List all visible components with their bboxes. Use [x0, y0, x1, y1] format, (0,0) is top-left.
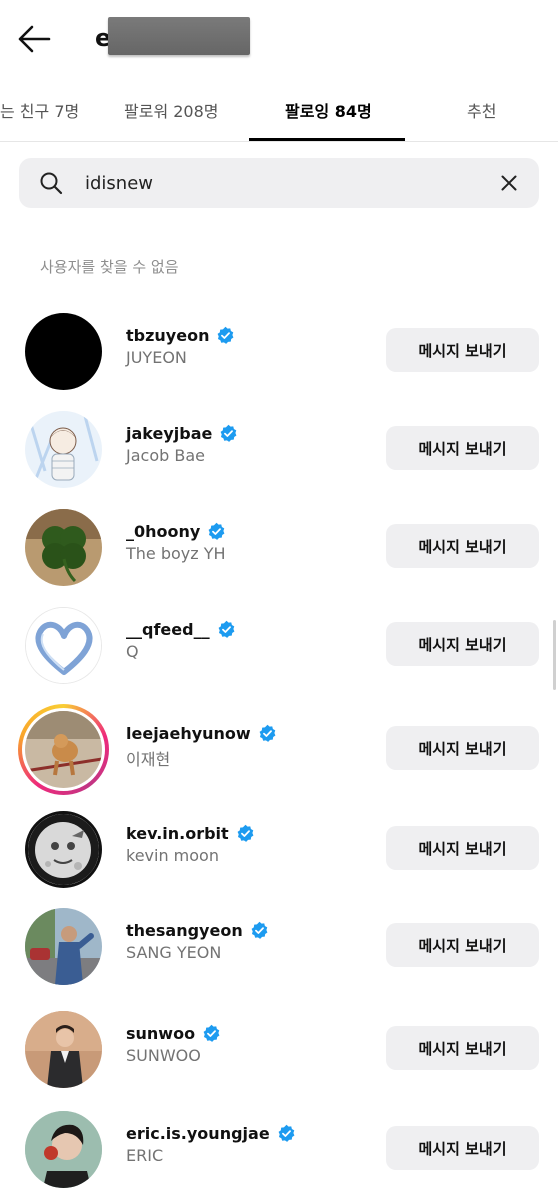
- username[interactable]: leejaehyunow: [126, 724, 251, 743]
- avatar[interactable]: [25, 1111, 102, 1188]
- tab-followers[interactable]: 팔로워 208명: [124, 98, 219, 122]
- display-name: kevin moon: [126, 846, 219, 865]
- list-item[interactable]: kev.in.orbit kevin moon 메시지 보내기: [0, 804, 558, 894]
- display-name: Q: [126, 642, 139, 661]
- redacted-username-block: [108, 17, 250, 55]
- message-button[interactable]: 메시지 보내기: [386, 1126, 539, 1170]
- list-item[interactable]: thesangyeon SANG YEON 메시지 보내기: [0, 901, 558, 991]
- list-item[interactable]: leejaehyunow 이재현 메시지 보내기: [0, 704, 558, 795]
- no-results-message: 사용자를 찾을 수 없음: [40, 258, 179, 276]
- verified-badge-icon: [208, 522, 225, 540]
- tab-suggested[interactable]: 추천: [467, 98, 496, 122]
- display-name: 이재현: [126, 750, 171, 769]
- verified-badge-icon: [218, 326, 234, 344]
- active-tab-indicator: [249, 138, 405, 141]
- tab-following[interactable]: 팔로잉 84명: [285, 98, 372, 122]
- display-name: The boyz YH: [126, 544, 226, 563]
- list-item[interactable]: sunwoo SUNWOO 메시지 보내기: [0, 1004, 558, 1094]
- verified-badge-icon: [251, 921, 268, 939]
- message-button[interactable]: 메시지 보내기: [386, 328, 539, 372]
- username[interactable]: sunwoo: [126, 1024, 195, 1043]
- scrollbar[interactable]: [553, 620, 556, 690]
- list-item[interactable]: _0hoony The boyz YH 메시지 보내기: [0, 502, 558, 592]
- avatar[interactable]: [25, 313, 102, 390]
- display-name: JUYEON: [126, 348, 187, 367]
- message-button[interactable]: 메시지 보내기: [386, 826, 539, 870]
- avatar[interactable]: [25, 811, 102, 888]
- display-name: SUNWOO: [126, 1046, 201, 1065]
- arrow-left-icon: [18, 25, 51, 53]
- close-icon[interactable]: [497, 171, 521, 195]
- avatar[interactable]: [25, 509, 102, 586]
- username[interactable]: __qfeed__: [126, 620, 210, 639]
- username[interactable]: tbzuyeon: [126, 326, 209, 345]
- tab-mutual-friends[interactable]: 는 친구 7명: [0, 98, 79, 122]
- username[interactable]: jakeyjbae: [126, 424, 212, 443]
- verified-badge-icon: [220, 424, 237, 442]
- username[interactable]: thesangyeon: [126, 921, 243, 940]
- verified-badge-icon: [218, 620, 234, 638]
- avatar-story-ring[interactable]: [18, 704, 109, 795]
- display-name: ERIC: [126, 1146, 164, 1165]
- display-name: Jacob Bae: [126, 446, 205, 465]
- username[interactable]: _0hoony: [126, 522, 200, 541]
- username[interactable]: kev.in.orbit: [126, 824, 229, 843]
- display-name: SANG YEON: [126, 943, 222, 962]
- message-button[interactable]: 메시지 보내기: [386, 524, 539, 568]
- avatar[interactable]: [25, 607, 102, 684]
- search-icon: [40, 172, 63, 195]
- verified-badge-icon: [278, 1124, 295, 1142]
- message-button[interactable]: 메시지 보내기: [386, 923, 539, 967]
- verified-badge-icon: [203, 1024, 220, 1042]
- back-button[interactable]: [14, 20, 54, 58]
- list-item[interactable]: __qfeed__ Q 메시지 보내기: [0, 600, 558, 690]
- avatar[interactable]: [25, 1011, 102, 1088]
- header: e: [0, 0, 558, 80]
- search-input[interactable]: [85, 158, 485, 208]
- list-item[interactable]: jakeyjbae Jacob Bae 메시지 보내기: [0, 404, 558, 494]
- avatar[interactable]: [25, 411, 102, 488]
- verified-badge-icon: [237, 824, 254, 842]
- avatar[interactable]: [25, 908, 102, 985]
- list-item[interactable]: tbzuyeon JUYEON 메시지 보내기: [0, 306, 558, 396]
- verified-badge-icon: [259, 724, 276, 742]
- message-button[interactable]: 메시지 보내기: [386, 426, 539, 470]
- username[interactable]: eric.is.youngjae: [126, 1124, 270, 1143]
- search-bar: [19, 158, 539, 208]
- follow-tabs: 는 친구 7명 팔로워 208명 팔로잉 84명 추천: [0, 80, 558, 142]
- message-button[interactable]: 메시지 보내기: [386, 622, 539, 666]
- list-item[interactable]: eric.is.youngjae ERIC 메시지 보내기: [0, 1104, 558, 1194]
- message-button[interactable]: 메시지 보내기: [386, 726, 539, 770]
- message-button[interactable]: 메시지 보내기: [386, 1026, 539, 1070]
